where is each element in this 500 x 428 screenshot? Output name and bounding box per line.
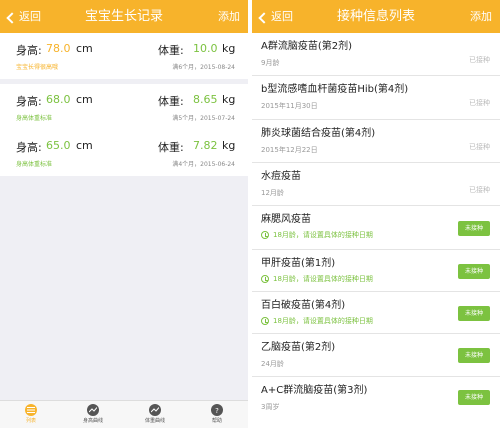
- growth-record-card[interactable]: 身高: 68.0 cm 体重: 8.65 kg 身高体重标准 满5个月，2015…: [0, 84, 248, 130]
- clock-icon: [261, 231, 269, 239]
- vaccinated-status: 已接种: [469, 56, 490, 64]
- tab-height-curve[interactable]: 身高曲线: [62, 401, 124, 428]
- height-unit: cm: [76, 93, 93, 106]
- growth-status: 身高体重标准: [16, 161, 53, 168]
- chevron-left-icon: [258, 11, 270, 24]
- height-value: 68.0: [46, 93, 71, 106]
- weight-value: 7.82: [193, 139, 218, 152]
- vaccine-name: 乙脑疫苗(第2剂): [261, 342, 336, 353]
- weight-unit: kg: [222, 139, 236, 152]
- date-reminder[interactable]: 18月龄，请设置具体的接种日期: [261, 230, 373, 240]
- add-button[interactable]: 添加: [470, 9, 492, 25]
- vaccine-navbar: 返回 接种信息列表 添加: [252, 0, 500, 33]
- not-vaccinated-button[interactable]: 未接种: [458, 390, 490, 405]
- vaccine-schedule: 12月龄: [261, 189, 284, 197]
- tab-list[interactable]: 列表: [0, 401, 62, 428]
- growth-status: 身高体重标准: [16, 115, 53, 122]
- date-reminder[interactable]: 18月龄，请设置具体的接种日期: [261, 316, 373, 326]
- vaccine-row[interactable]: 百白破疫苗(第4剂) 18月龄，请设置具体的接种日期 未接种: [252, 292, 500, 334]
- weight-label: 体重:: [158, 141, 184, 154]
- vaccine-name: 百白破疫苗(第4剂): [261, 300, 346, 311]
- growth-record-card[interactable]: 身高: 65.0 cm 体重: 7.82 kg 身高体重标准 满4个月，2015…: [0, 130, 248, 176]
- chevron-left-icon: [6, 11, 18, 24]
- vaccine-schedule: 9月龄: [261, 59, 280, 67]
- tab-help[interactable]: ? 帮助: [186, 401, 248, 428]
- vaccine-row[interactable]: 肺炎球菌结合疫苗(第4剂) 2015年12月22日 已接种: [252, 120, 500, 163]
- tab-label: 体重曲线: [144, 418, 165, 424]
- clock-icon: [261, 317, 269, 325]
- not-vaccinated-button[interactable]: 未接种: [458, 221, 490, 236]
- back-label: 返回: [19, 10, 41, 23]
- reminder-text: 18月龄，请设置具体的接种日期: [273, 231, 373, 239]
- height-value: 78.0: [46, 42, 71, 55]
- vaccinated-status: 已接种: [469, 99, 490, 107]
- vaccine-name: A+C群流脑疫苗(第3剂): [261, 385, 368, 396]
- vaccine-row[interactable]: 水痘疫苗 12月龄 已接种: [252, 163, 500, 206]
- growth-navbar: 返回 宝宝生长记录 添加: [0, 0, 248, 33]
- weight-unit: kg: [222, 93, 236, 106]
- growth-record-screen: 返回 宝宝生长记录 添加 身高: 78.0 cm 体重: 10.0 kg 宝宝长…: [0, 0, 248, 428]
- vaccine-name: A群流脑疫苗(第2剂): [261, 41, 353, 52]
- height-label: 身高:: [16, 95, 42, 108]
- add-button[interactable]: 添加: [218, 9, 240, 25]
- growth-status: 宝宝长得很高哦: [16, 64, 59, 71]
- back-label: 返回: [271, 10, 293, 23]
- growth-record-card[interactable]: 身高: 78.0 cm 体重: 10.0 kg 宝宝长得很高哦 满6个月，201…: [0, 33, 248, 79]
- record-date: 满5个月，2015-07-24: [172, 115, 235, 122]
- vaccine-name: 麻腮风疫苗: [261, 214, 311, 225]
- not-vaccinated-button[interactable]: 未接种: [458, 306, 490, 321]
- vaccine-name: 甲肝疫苗(第1剂): [261, 258, 336, 269]
- help-icon: ?: [211, 404, 223, 416]
- vaccinated-status: 已接种: [469, 143, 490, 151]
- vaccine-schedule: 2015年11月30日: [261, 102, 318, 110]
- weight-label: 体重:: [158, 44, 184, 57]
- svg-text:?: ?: [215, 407, 219, 414]
- vaccine-schedule: 2015年12月22日: [261, 146, 318, 154]
- vaccine-name: 肺炎球菌结合疫苗(第4剂): [261, 128, 376, 139]
- weight-value: 8.65: [193, 93, 218, 106]
- height-unit: cm: [76, 139, 93, 152]
- height-curve-icon: [87, 404, 99, 416]
- list-icon: [25, 404, 37, 416]
- height-label: 身高:: [16, 44, 42, 57]
- vaccinated-status: 已接种: [469, 186, 490, 194]
- weight-value: 10.0: [193, 42, 218, 55]
- vaccine-name: 水痘疫苗: [261, 171, 301, 182]
- clock-icon: [261, 275, 269, 283]
- vaccine-schedule: 24月龄: [261, 360, 284, 368]
- back-button[interactable]: 返回: [258, 9, 293, 25]
- height-value: 65.0: [46, 139, 71, 152]
- record-date: 满6个月，2015-08-24: [172, 64, 235, 71]
- back-button[interactable]: 返回: [6, 9, 41, 25]
- vaccination-list-screen: 返回 接种信息列表 添加 A群流脑疫苗(第2剂) 9月龄 已接种 b型流感嗜血杆…: [252, 0, 500, 428]
- bottom-tab-bar: 列表 身高曲线 体重曲线 ? 帮助: [0, 400, 248, 428]
- weight-curve-icon: [149, 404, 161, 416]
- tab-weight-curve[interactable]: 体重曲线: [124, 401, 186, 428]
- vaccine-schedule: 3周岁: [261, 403, 280, 411]
- reminder-text: 18月龄，请设置具体的接种日期: [273, 275, 373, 283]
- height-label: 身高:: [16, 141, 42, 154]
- vaccine-name: b型流感嗜血杆菌疫苗Hib(第4剂): [261, 84, 409, 95]
- tab-label: 列表: [25, 418, 36, 424]
- vaccine-row[interactable]: 乙脑疫苗(第2剂) 24月龄 未接种: [252, 334, 500, 377]
- reminder-text: 18月龄，请设置具体的接种日期: [273, 317, 373, 325]
- tab-label: 身高曲线: [82, 418, 103, 424]
- vaccine-row[interactable]: A+C群流脑疫苗(第3剂) 3周岁 未接种: [252, 377, 500, 428]
- vaccine-row[interactable]: A群流脑疫苗(第2剂) 9月龄 已接种: [252, 33, 500, 76]
- date-reminder[interactable]: 18月龄，请设置具体的接种日期: [261, 274, 373, 284]
- vaccine-row[interactable]: b型流感嗜血杆菌疫苗Hib(第4剂) 2015年11月30日 已接种: [252, 76, 500, 120]
- vaccine-row[interactable]: 甲肝疫苗(第1剂) 18月龄，请设置具体的接种日期 未接种: [252, 250, 500, 292]
- vaccine-row[interactable]: 麻腮风疫苗 18月龄，请设置具体的接种日期 未接种: [252, 206, 500, 250]
- weight-unit: kg: [222, 42, 236, 55]
- tab-label: 帮助: [211, 418, 222, 424]
- weight-label: 体重:: [158, 95, 184, 108]
- not-vaccinated-button[interactable]: 未接种: [458, 348, 490, 363]
- not-vaccinated-button[interactable]: 未接种: [458, 264, 490, 279]
- record-date: 满4个月，2015-06-24: [172, 161, 235, 168]
- height-unit: cm: [76, 42, 93, 55]
